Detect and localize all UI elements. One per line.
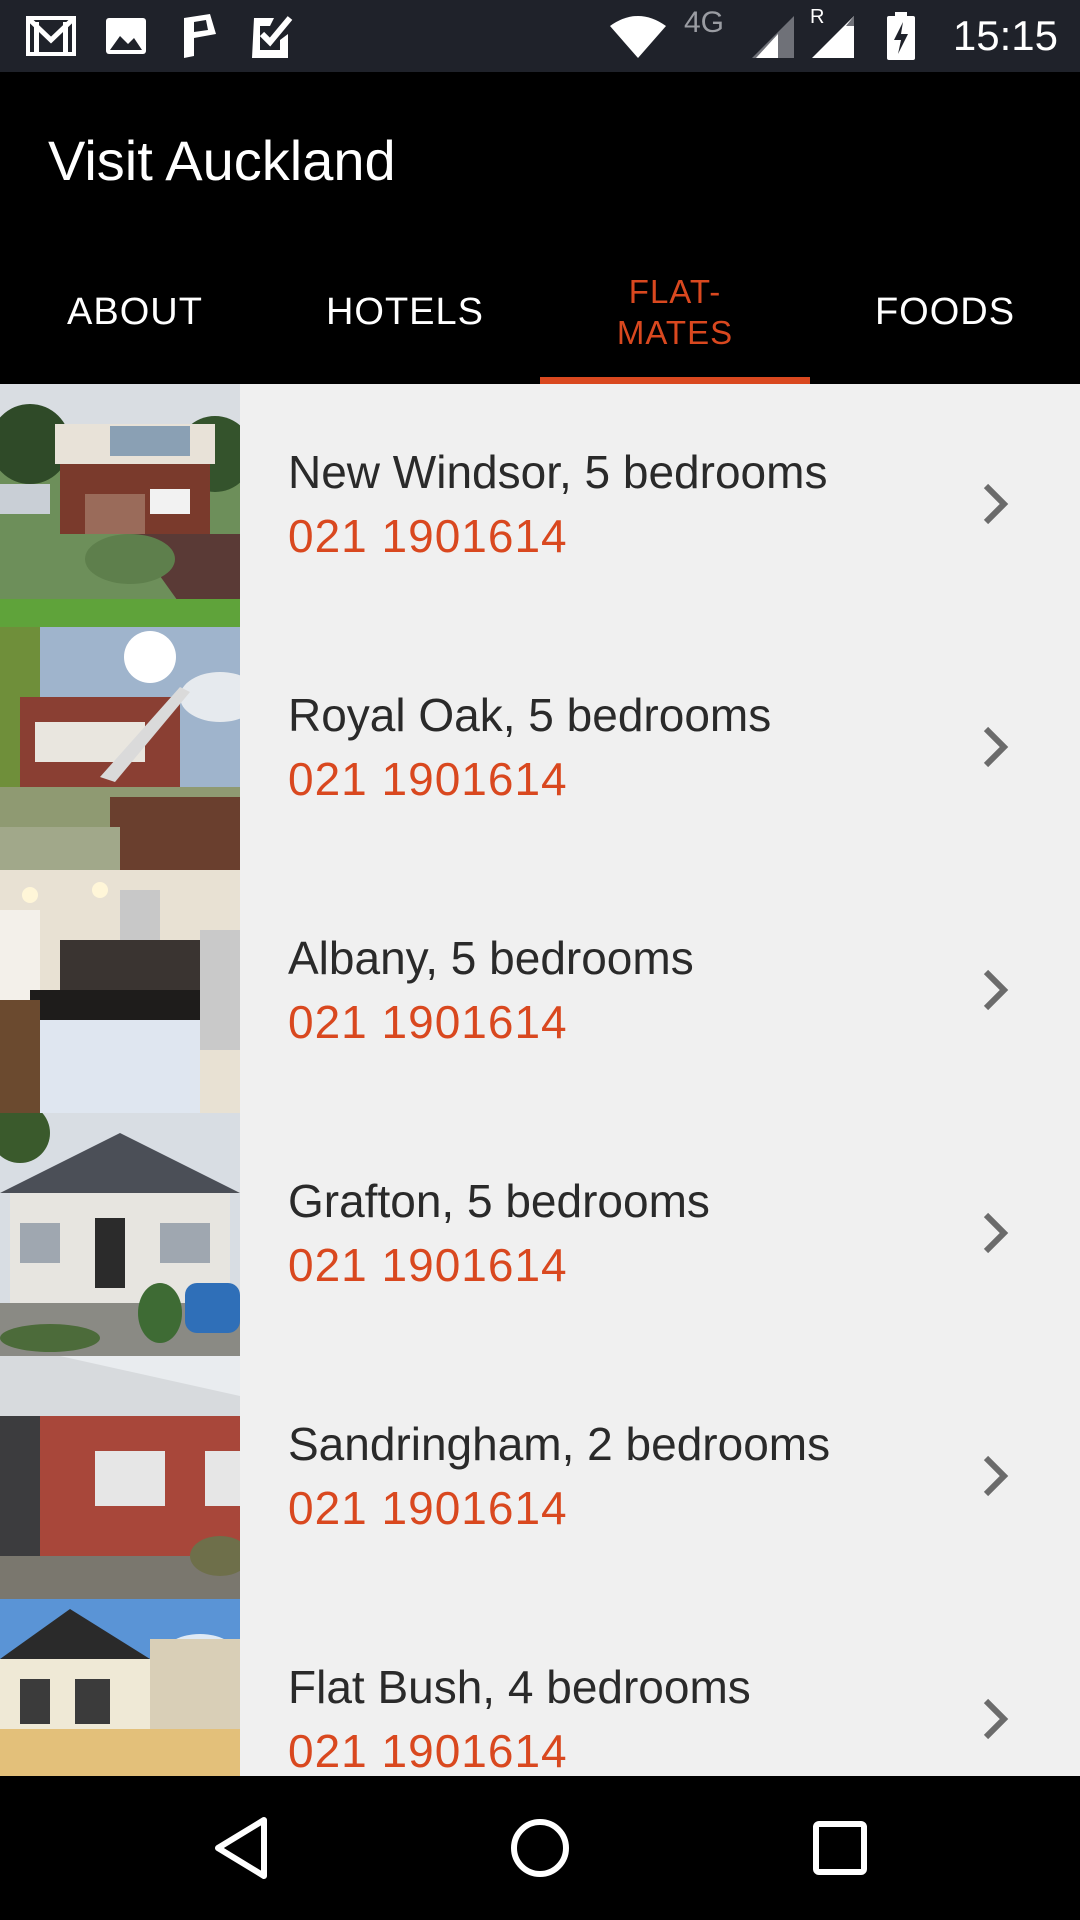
battery-charging-icon — [886, 12, 936, 60]
listing-title: Royal Oak, 5 bedrooms — [288, 689, 772, 741]
screen: 4G R 15:15 Visit Auckland ABOUT HOTELS F… — [0, 0, 1080, 1920]
listing-phone[interactable]: 021 1901614 — [288, 994, 568, 1050]
tab-about[interactable]: ABOUT — [0, 240, 270, 384]
status-bar: 4G R 15:15 — [0, 0, 1080, 72]
list-item[interactable]: Grafton, 5 bedrooms 021 1901614 — [0, 1113, 1080, 1359]
home-icon[interactable] — [498, 1806, 582, 1890]
roaming-signal-icon: R — [808, 6, 858, 60]
tab-foods[interactable]: FOODS — [810, 240, 1080, 384]
house-photo — [0, 384, 240, 627]
chevron-right-icon — [978, 966, 1018, 1014]
list-item[interactable]: Albany, 5 bedrooms 021 1901614 — [0, 870, 1080, 1116]
task-check-icon — [250, 12, 300, 60]
villa-photo — [0, 1113, 240, 1356]
chevron-right-icon — [978, 1695, 1018, 1743]
parking-app-icon — [180, 12, 230, 60]
listing-title: Sandringham, 2 bedrooms — [288, 1418, 831, 1470]
brick-unit-photo — [0, 1356, 240, 1599]
signal-icon — [748, 12, 798, 60]
navigation-bar — [0, 1776, 1080, 1920]
network-type: 4G — [684, 6, 725, 39]
chevron-right-icon — [978, 1209, 1018, 1257]
gmail-icon — [26, 12, 76, 60]
list-item[interactable]: Royal Oak, 5 bedrooms 021 1901614 — [0, 627, 1080, 873]
house-photo — [0, 627, 240, 870]
tab-flatmates[interactable]: FLAT- MATES — [540, 240, 810, 384]
listing-phone[interactable]: 021 1901614 — [288, 1723, 568, 1776]
list-item[interactable]: New Windsor, 5 bedrooms 021 1901614 — [0, 384, 1080, 630]
tab-indicator — [540, 377, 810, 384]
chevron-right-icon — [978, 723, 1018, 771]
tab-label: HOTELS — [325, 290, 485, 333]
listing-phone[interactable]: 021 1901614 — [288, 508, 568, 564]
recents-icon[interactable] — [798, 1806, 882, 1890]
townhouse-photo — [0, 1599, 240, 1776]
wifi-icon — [608, 12, 666, 60]
listing-title: Grafton, 5 bedrooms — [288, 1175, 710, 1227]
listing-phone[interactable]: 021 1901614 — [288, 1237, 568, 1293]
image-icon — [104, 12, 154, 60]
list-item[interactable]: Flat Bush, 4 bedrooms 021 1901614 — [0, 1599, 1080, 1776]
tab-label: ABOUT — [67, 290, 203, 333]
list-item[interactable]: Sandringham, 2 bedrooms 021 1901614 — [0, 1356, 1080, 1602]
tab-label: FOODS — [874, 290, 1016, 333]
listing-title: Flat Bush, 4 bedrooms — [288, 1661, 751, 1713]
listing-title: Albany, 5 bedrooms — [288, 932, 694, 984]
back-icon[interactable] — [200, 1806, 284, 1890]
kitchen-photo — [0, 870, 240, 1113]
chevron-right-icon — [978, 1452, 1018, 1500]
status-time: 15:15 — [952, 12, 1058, 59]
tab-bar: ABOUT HOTELS FLAT- MATES FOODS — [0, 240, 1080, 384]
app-title: Visit Auckland — [48, 129, 396, 192]
tab-hotels[interactable]: HOTELS — [270, 240, 540, 384]
listing-phone[interactable]: 021 1901614 — [288, 1480, 568, 1536]
listing-title: New Windsor, 5 bedrooms — [288, 446, 828, 498]
chevron-right-icon — [978, 480, 1018, 528]
listing-list[interactable]: New Windsor, 5 bedrooms 021 1901614 Roya… — [0, 384, 1080, 1776]
listing-phone[interactable]: 021 1901614 — [288, 751, 568, 807]
tab-label: FLAT- MATES — [616, 273, 734, 351]
